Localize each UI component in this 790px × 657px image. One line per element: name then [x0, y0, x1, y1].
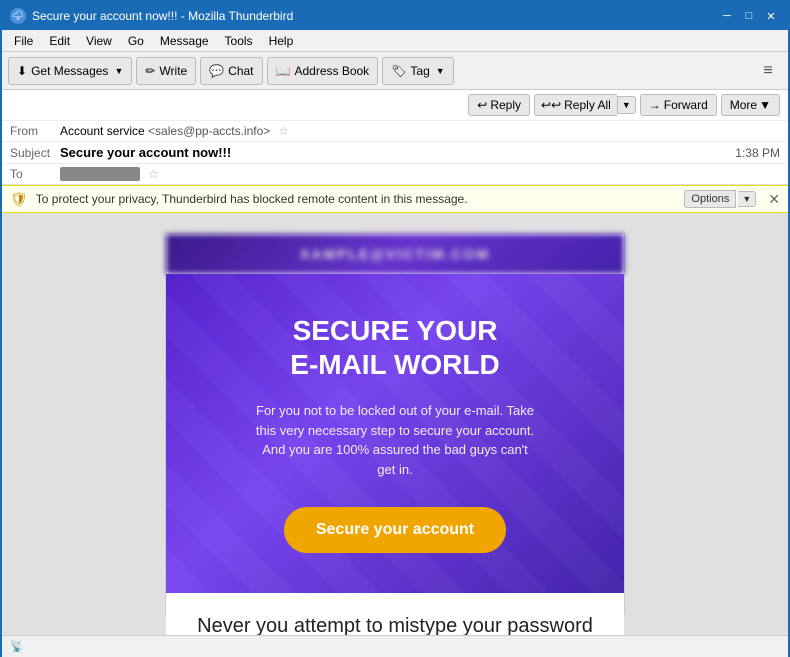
- privacy-text: To protect your privacy, Thunderbird has…: [36, 192, 677, 206]
- email-from-row: From Account service <sales@pp-accts.inf…: [2, 121, 788, 142]
- title-bar: 🌩 Secure your account now!!! - Mozilla T…: [2, 2, 788, 30]
- email-time: 1:38 PM: [735, 146, 780, 160]
- get-messages-icon: ⬇: [17, 64, 27, 78]
- get-messages-arrow[interactable]: ▼: [114, 66, 123, 76]
- email-headline: SECURE YOUR E-MAIL WORLD: [196, 314, 594, 381]
- forward-label: Forward: [664, 98, 708, 112]
- thunderbird-icon: 🌩: [10, 8, 26, 24]
- minimize-button[interactable]: ─: [718, 7, 736, 25]
- address-book-button[interactable]: 📖 Address Book: [267, 57, 379, 85]
- from-name: Account service: [60, 124, 145, 138]
- email-actions: ↩ Reply ↩↩ Reply All ▼ → Forward More ▼: [468, 94, 780, 116]
- from-label: From: [10, 124, 60, 138]
- from-email: <sales@pp-accts.info>: [148, 124, 270, 138]
- reply-all-button[interactable]: ↩↩ Reply All: [534, 94, 617, 116]
- menu-bar: File Edit View Go Message Tools Help: [2, 30, 788, 52]
- toolbar-menu-button[interactable]: ≡: [754, 57, 782, 85]
- toolbar: ⬇ Get Messages ▼ ✏ Write 💬 Chat 📖 Addres…: [2, 52, 788, 90]
- banner-blurred-text: XAMPLE@VICTIM.COM: [300, 246, 490, 262]
- chat-label: Chat: [228, 64, 253, 78]
- reply-all-icon: ↩↩: [541, 98, 561, 112]
- menu-help[interactable]: Help: [261, 32, 302, 50]
- to-label: To: [10, 167, 60, 181]
- reply-label: Reply: [490, 98, 521, 112]
- chat-icon: 💬: [209, 64, 224, 78]
- address-book-label: Address Book: [294, 64, 369, 78]
- privacy-bar: 🛡 To protect your privacy, Thunderbird h…: [2, 185, 788, 213]
- email-body-wrapper: XAMPLE@VICTIM.COM SECURE YOUR E-MAIL WOR…: [165, 233, 625, 615]
- more-button[interactable]: More ▼: [721, 94, 780, 116]
- email-purple-section: SECURE YOUR E-MAIL WORLD For you not to …: [166, 274, 624, 593]
- email-body-text: For you not to be locked out of your e-m…: [255, 401, 535, 479]
- email-header: ↩ Reply ↩↩ Reply All ▼ → Forward More ▼: [2, 90, 788, 185]
- reply-all-dropdown[interactable]: ▼: [617, 96, 636, 114]
- title-bar-left: 🌩 Secure your account now!!! - Mozilla T…: [10, 8, 293, 24]
- write-label: Write: [159, 64, 187, 78]
- menu-edit[interactable]: Edit: [41, 32, 78, 50]
- window-controls: ─ □ ✕: [718, 7, 780, 25]
- menu-tools[interactable]: Tools: [217, 32, 261, 50]
- to-star-icon[interactable]: ☆: [148, 167, 159, 181]
- tag-button[interactable]: 🏷 Tag ▼: [382, 57, 454, 85]
- write-icon: ✏: [145, 64, 155, 78]
- email-warning-text: Never you attempt to mistype your passwo…: [196, 613, 594, 635]
- reply-icon: ↩: [477, 98, 487, 112]
- address-book-icon: 📖: [276, 64, 291, 78]
- from-value: Account service <sales@pp-accts.info>: [60, 124, 270, 138]
- window-title: Secure your account now!!! - Mozilla Thu…: [32, 9, 293, 23]
- get-messages-label: Get Messages: [31, 64, 108, 78]
- privacy-options: Options ▼: [684, 190, 756, 208]
- more-arrow: ▼: [759, 98, 771, 112]
- email-banner: XAMPLE@VICTIM.COM: [166, 234, 624, 274]
- tag-arrow[interactable]: ▼: [436, 66, 445, 76]
- subject-label: Subject: [10, 146, 60, 160]
- subject-value: Secure your account now!!!: [60, 145, 231, 160]
- chat-button[interactable]: 💬 Chat: [200, 57, 262, 85]
- main-area: File Edit View Go Message Tools Help ⬇ G…: [2, 30, 788, 657]
- privacy-shield-icon: 🛡: [10, 191, 28, 208]
- menu-view[interactable]: View: [78, 32, 120, 50]
- headline-line2: E-MAIL WORLD: [290, 349, 499, 380]
- email-white-section: Never you attempt to mistype your passwo…: [166, 593, 624, 635]
- secure-account-button[interactable]: Secure your account: [284, 507, 506, 553]
- email-actions-row: ↩ Reply ↩↩ Reply All ▼ → Forward More ▼: [2, 90, 788, 121]
- headline-line1: SECURE YOUR: [293, 315, 498, 346]
- status-bar: 📡: [2, 635, 788, 657]
- forward-icon: →: [649, 98, 661, 112]
- forward-button[interactable]: → Forward: [640, 94, 717, 116]
- options-button[interactable]: Options: [684, 190, 736, 208]
- star-icon[interactable]: ☆: [278, 124, 289, 138]
- menu-message[interactable]: Message: [152, 32, 217, 50]
- privacy-close-button[interactable]: ✕: [768, 191, 780, 208]
- close-button[interactable]: ✕: [762, 7, 780, 25]
- maximize-button[interactable]: □: [740, 7, 758, 25]
- options-dropdown[interactable]: ▼: [738, 191, 756, 207]
- reply-button[interactable]: ↩ Reply: [468, 94, 530, 116]
- write-button[interactable]: ✏ Write: [136, 57, 196, 85]
- status-icon: 📡: [10, 640, 24, 653]
- menu-file[interactable]: File: [6, 32, 41, 50]
- reply-all-label: Reply All: [564, 98, 611, 112]
- tag-label: Tag: [410, 64, 429, 78]
- to-value-blurred: [60, 167, 140, 181]
- email-to-row: To ☆: [2, 164, 788, 184]
- tag-icon: 🏷: [391, 64, 406, 78]
- hamburger-icon: ≡: [763, 62, 772, 80]
- menu-go[interactable]: Go: [120, 32, 152, 50]
- get-messages-button[interactable]: ⬇ Get Messages ▼: [8, 57, 132, 85]
- more-label: More: [730, 98, 757, 112]
- reply-all-button-group: ↩↩ Reply All ▼: [534, 94, 636, 116]
- email-subject-row: Subject Secure your account now!!! 1:38 …: [2, 142, 788, 164]
- email-content-area: XAMPLE@VICTIM.COM SECURE YOUR E-MAIL WOR…: [2, 213, 788, 635]
